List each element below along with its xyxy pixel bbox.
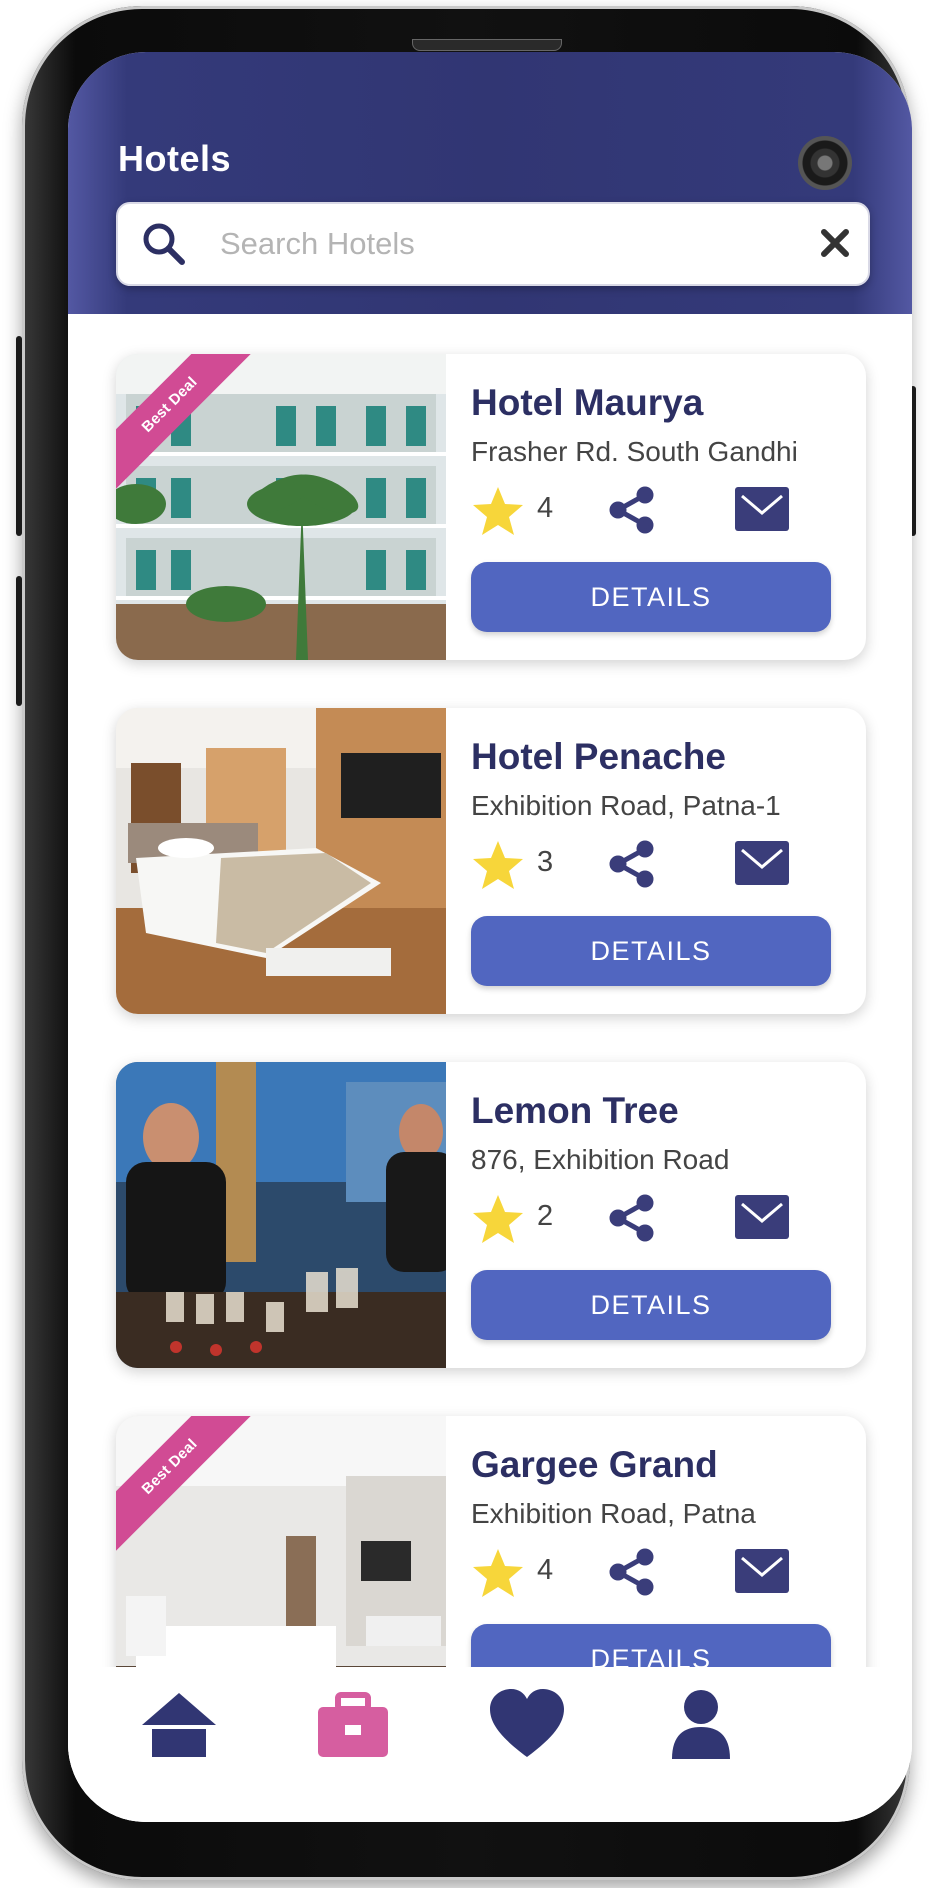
hotel-name[interactable]: Lemon Tree — [471, 1090, 679, 1132]
page-title: Hotels — [118, 138, 232, 179]
mail-icon[interactable] — [734, 486, 790, 532]
search-bar — [116, 202, 870, 286]
star-icon — [473, 487, 523, 535]
star-icon — [473, 1195, 523, 1243]
earpiece-speaker — [412, 39, 562, 51]
hotel-image — [116, 1062, 446, 1368]
share-icon[interactable] — [606, 484, 658, 536]
phone-frame: Hotels Search Hotels Best Deal Hotel Mau… — [16, 6, 916, 1880]
hotel-name[interactable]: Gargee Grand — [471, 1444, 718, 1486]
app-screen: Hotels Search Hotels Best Deal Hotel Mau… — [68, 52, 912, 1822]
star-icon — [473, 841, 523, 889]
hotel-list: Best Deal Hotel Maurya Frasher Rd. South… — [68, 314, 912, 1744]
hotel-address: Exhibition Road, Patna-1 — [471, 790, 781, 821]
phone-side-button — [16, 576, 22, 706]
star-icon — [473, 1549, 523, 1597]
hotel-name[interactable]: Hotel Penache — [471, 736, 726, 778]
heart-icon[interactable] — [486, 1687, 568, 1761]
share-icon[interactable] — [606, 1546, 658, 1598]
hotel-rating: 4 — [537, 1554, 554, 1586]
details-button[interactable]: DETAILS — [471, 916, 831, 986]
phone-side-button — [16, 336, 22, 536]
briefcase-icon[interactable] — [312, 1687, 394, 1761]
share-icon[interactable] — [606, 1192, 658, 1244]
mail-icon[interactable] — [734, 1194, 790, 1240]
app-header: Hotels — [68, 52, 912, 314]
mail-icon[interactable] — [734, 1548, 790, 1594]
mail-icon[interactable] — [734, 840, 790, 886]
close-icon[interactable] — [818, 226, 852, 260]
hotel-rating: 4 — [537, 492, 554, 524]
details-button[interactable]: DETAILS — [471, 1270, 831, 1340]
hotel-rating: 2 — [537, 1200, 554, 1232]
hotel-address: 876, Exhibition Road — [471, 1144, 730, 1175]
home-icon[interactable] — [138, 1687, 220, 1761]
hotel-name[interactable]: Hotel Maurya — [471, 382, 703, 424]
hotel-card: Hotel Penache Exhibition Road, Patna-1 3… — [116, 708, 866, 1014]
share-icon[interactable] — [606, 838, 658, 890]
search-icon[interactable] — [140, 220, 188, 268]
front-camera — [798, 136, 852, 190]
profile-icon[interactable] — [660, 1687, 742, 1761]
hotel-card: Lemon Tree 876, Exhibition Road 2 DETAIL… — [116, 1062, 866, 1368]
hotel-image: Best Deal — [116, 354, 446, 660]
hotel-card: Best Deal Hotel Maurya Frasher Rd. South… — [116, 354, 866, 660]
details-button[interactable]: DETAILS — [471, 562, 831, 632]
hotel-rating: 3 — [537, 846, 554, 878]
hotel-address: Exhibition Road, Patna — [471, 1498, 756, 1529]
hotel-address: Frasher Rd. South Gandhi — [471, 436, 798, 467]
hotel-image — [116, 708, 446, 1014]
search-input[interactable] — [218, 218, 782, 270]
bottom-nav — [68, 1667, 912, 1822]
